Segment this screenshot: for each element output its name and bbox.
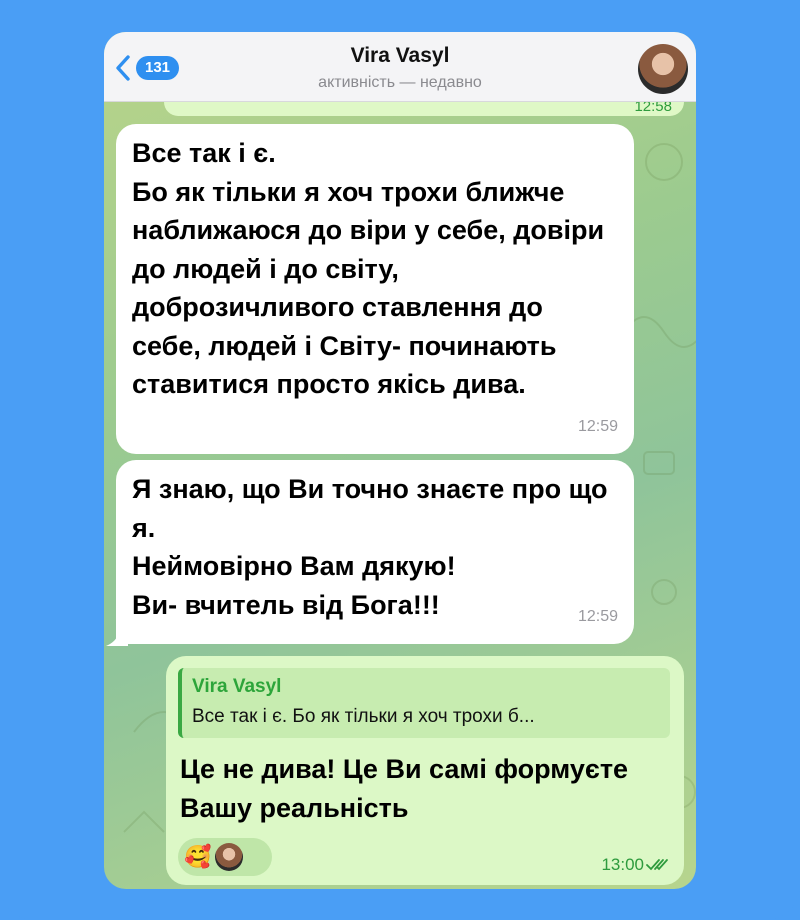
contact-avatar[interactable] [638, 44, 688, 94]
reaction-chip[interactable]: 🥰 [178, 838, 272, 876]
reactor-avatar [215, 843, 244, 871]
message-text: Це не дива! Це Ви самі формуєте Вашу реа… [180, 754, 629, 823]
message-time: 12:59 [577, 417, 618, 435]
message-line: Неймовірно Вам дякую! [132, 551, 456, 581]
message-line: Все так і є. [132, 138, 276, 168]
contact-status: активність — недавно [318, 74, 482, 91]
smiling-face-hearts-icon: 🥰 [184, 844, 212, 869]
message-line: Я знаю, що Ви точно знаєте про що я. [132, 474, 608, 543]
reply-author: Vira Vasyl [192, 676, 282, 697]
double-check-icon [646, 859, 668, 871]
bubble-tail [106, 628, 128, 646]
chat-screen: 131 Vira Vasyl активність — недавно 12:5… [104, 32, 696, 889]
message-status: 13:00 [601, 855, 672, 875]
incoming-message[interactable]: Все так і є. Бо як тільки я хоч трохи бл… [116, 124, 634, 454]
contact-name[interactable]: Vira Vasyl [104, 44, 696, 68]
message-line: Ви- вчитель від Бога!!! [132, 589, 440, 620]
chat-header: 131 Vira Vasyl активність — недавно [104, 32, 696, 102]
message-time: 12:59 [577, 607, 618, 625]
message-line: Бо як тільки я хоч трохи ближче наближаю… [132, 176, 605, 400]
reply-snippet: Все так і є. Бо як тільки я хоч трохи б.… [192, 706, 535, 727]
outgoing-message[interactable]: Vira Vasyl Все так і є. Бо як тільки я х… [166, 656, 684, 885]
message-time: 13:00 [601, 855, 644, 874]
reply-quote[interactable]: Vira Vasyl Все так і є. Бо як тільки я х… [178, 668, 670, 738]
incoming-message[interactable]: Я знаю, що Ви точно знаєте про що я. Ней… [116, 460, 634, 644]
